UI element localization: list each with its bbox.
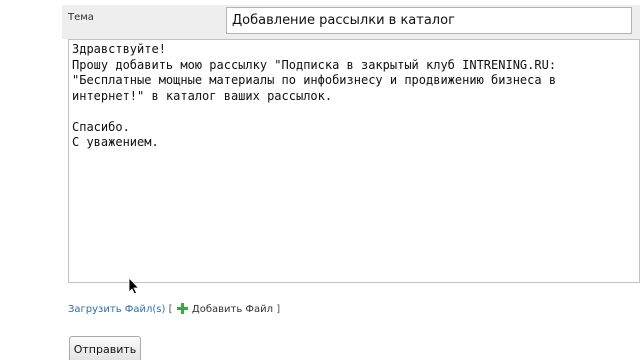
right-bracket: ]: [276, 304, 281, 315]
upload-files-link[interactable]: Загрузить Файл(s): [68, 304, 165, 315]
mouse-cursor-icon: [128, 277, 140, 295]
cropped-top-link: [80, 0, 180, 2]
add-file-link[interactable]: Добавить Файл: [192, 304, 273, 315]
subject-input[interactable]: [226, 7, 632, 34]
file-upload-row: Загрузить Файл(s) [ Добавить Файл ]: [68, 303, 280, 315]
message-form-page: Тема Здравствуйте! Прошу добавить мою ра…: [0, 0, 640, 360]
subject-label: Тема: [68, 12, 94, 23]
plus-icon[interactable]: [176, 303, 188, 314]
message-textarea[interactable]: Здравствуйте! Прошу добавить мою рассылк…: [68, 39, 640, 283]
left-bracket: [: [168, 304, 173, 315]
submit-button[interactable]: Отправить: [69, 336, 141, 360]
